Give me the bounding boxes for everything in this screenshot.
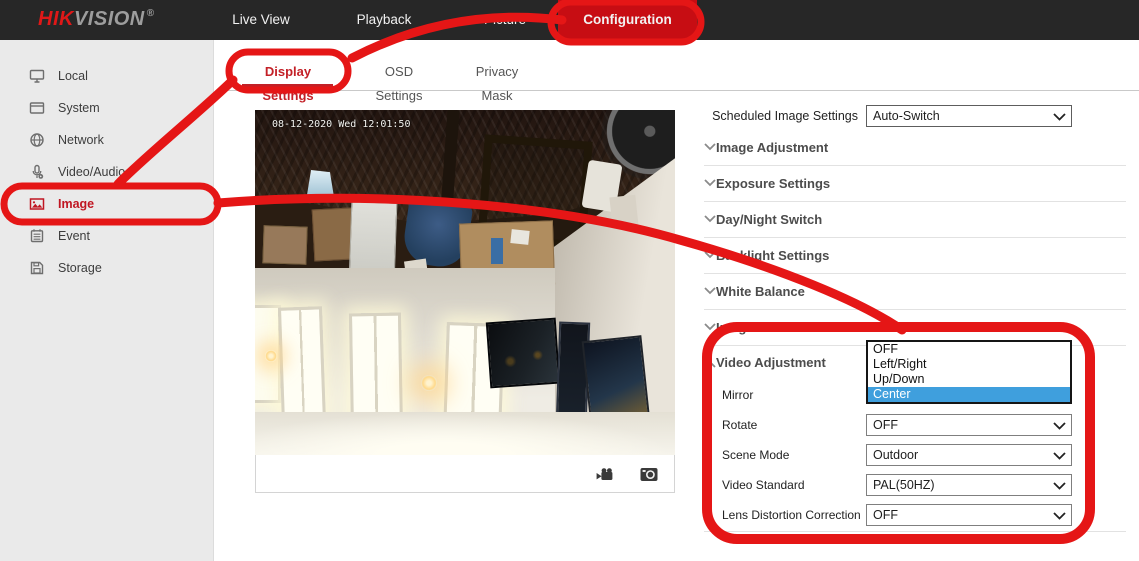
scheduled-image-settings-select[interactable]: Auto-Switch	[866, 105, 1072, 127]
sidebar-label: System	[58, 92, 100, 124]
chevron-down-icon	[1053, 422, 1066, 430]
section-video-adjustment[interactable]: Video Adjustment	[716, 353, 826, 373]
hikvision-config-page: HIKVISION® Live View Playback Picture Co…	[0, 0, 1139, 561]
section-exposure-settings[interactable]: Exposure Settings	[716, 174, 830, 194]
sidebar-label: Event	[58, 220, 90, 252]
registered-mark: ®	[147, 8, 155, 19]
sidebar-label: Image	[58, 188, 94, 220]
sidebar-label: Local	[58, 60, 88, 92]
event-icon	[29, 228, 45, 244]
section-white-balance[interactable]: White Balance	[716, 282, 805, 302]
section-image-adjustment[interactable]: Image Adjustment	[716, 138, 828, 158]
record-video-icon[interactable]	[596, 468, 616, 481]
scene-mode-select[interactable]: Outdoor	[866, 444, 1072, 466]
tab-divider	[228, 90, 1139, 91]
tab-privacy-mask[interactable]: Privacy Mask	[461, 60, 533, 84]
mirror-option-left-right[interactable]: Left/Right	[868, 357, 1070, 372]
sidebar-label: Video/Audio	[58, 156, 125, 188]
window	[278, 306, 326, 425]
chevron-down-icon	[1053, 512, 1066, 520]
tools-white	[510, 229, 529, 245]
cardboard-box	[262, 225, 307, 265]
sidebar-item-system[interactable]: System	[0, 92, 213, 124]
top-bar: HIKVISION® Live View Playback Picture Co…	[0, 0, 1139, 40]
nav-picture[interactable]: Picture	[445, 0, 565, 40]
mirror-label: Mirror	[722, 384, 753, 406]
rotate-select[interactable]: OFF	[866, 414, 1072, 436]
storage-icon	[29, 260, 45, 276]
section-divider	[704, 237, 1126, 238]
microphone-icon	[29, 164, 45, 180]
chevron-down-icon	[1053, 452, 1066, 460]
nav-configuration[interactable]: Configuration	[558, 0, 697, 40]
chevron-down-icon	[704, 179, 716, 187]
tab-display-settings[interactable]: Display Settings	[242, 60, 334, 84]
rotate-label: Rotate	[722, 414, 757, 436]
sidebar-item-network[interactable]: Network	[0, 124, 213, 156]
logo-vision: VISION	[74, 8, 145, 30]
video-standard-value: PAL(50HZ)	[873, 478, 935, 492]
sidebar-label: Storage	[58, 252, 102, 284]
mirror-dropdown-list: OFF Left/Right Up/Down Center	[866, 340, 1072, 404]
section-divider	[704, 309, 1126, 310]
chevron-down-icon	[704, 215, 716, 223]
hikvision-logo: HIKVISION®	[38, 8, 155, 31]
section-image-enhancement[interactable]: Image Enhancement	[716, 318, 842, 338]
globe-icon	[29, 132, 45, 148]
logo-hik: HIK	[38, 8, 74, 30]
sidebar-item-storage[interactable]: Storage	[0, 252, 213, 284]
chevron-down-icon	[1053, 113, 1066, 121]
sidebar-label: Network	[58, 124, 104, 156]
tools-blue	[491, 238, 503, 264]
section-day-night-switch[interactable]: Day/Night Switch	[716, 210, 822, 230]
section-divider	[704, 165, 1126, 166]
wall-lamp	[421, 375, 437, 391]
tv-screen	[486, 318, 560, 389]
section-divider	[704, 201, 1126, 202]
scheduled-image-settings-label: Scheduled Image Settings	[700, 105, 858, 127]
chevron-down-icon	[704, 287, 716, 295]
sidebar-item-video-audio[interactable]: Video/Audio	[0, 156, 213, 188]
scene-mode-label: Scene Mode	[722, 444, 789, 466]
wall-lamp	[265, 350, 277, 362]
window-icon	[29, 100, 45, 116]
image-icon	[29, 196, 45, 212]
sidebar-item-image[interactable]: Image	[0, 188, 213, 220]
snapshot-icon[interactable]	[640, 467, 658, 482]
scheduled-image-settings-value: Auto-Switch	[873, 109, 940, 123]
video-standard-label: Video Standard	[722, 474, 805, 496]
section-divider	[704, 273, 1126, 274]
sidebar-item-local[interactable]: Local	[0, 60, 213, 92]
skylight	[307, 170, 334, 197]
chevron-down-icon	[1053, 482, 1066, 490]
section-backlight-settings[interactable]: Backlight Settings	[716, 246, 829, 266]
nav-playback[interactable]: Playback	[324, 0, 444, 40]
monitor-icon	[29, 68, 45, 84]
preview-toolbar	[255, 455, 675, 493]
lens-distortion-correction-label: Lens Distortion Correction	[722, 504, 861, 526]
sidebar: Local System Network Video/Audio Image E…	[0, 40, 214, 561]
hanging-cloth	[609, 195, 638, 230]
camera-preview: 2305 08-12-2020 Wed 12:01:50	[255, 110, 675, 455]
chevron-down-icon	[704, 143, 716, 151]
chevron-down-icon	[704, 251, 716, 259]
rotate-value: OFF	[873, 418, 898, 432]
sidebar-item-event[interactable]: Event	[0, 220, 213, 252]
mirror-option-up-down[interactable]: Up/Down	[868, 372, 1070, 387]
tab-osd-settings[interactable]: OSD Settings	[363, 60, 435, 84]
mirror-option-off[interactable]: OFF	[868, 342, 1070, 357]
section-divider	[704, 531, 1126, 532]
scene-mode-value: Outdoor	[873, 448, 918, 462]
active-tab-underline	[242, 84, 333, 87]
chevron-down-icon	[704, 323, 716, 331]
floor	[255, 412, 675, 455]
video-standard-select[interactable]: PAL(50HZ)	[866, 474, 1072, 496]
mirror-option-center[interactable]: Center	[868, 387, 1070, 402]
nav-live-view[interactable]: Live View	[201, 0, 321, 40]
lens-distortion-correction-value: OFF	[873, 508, 898, 522]
lens-distortion-correction-select[interactable]: OFF	[866, 504, 1072, 526]
chevron-up-icon	[704, 360, 716, 368]
osd-timestamp: 08-12-2020 Wed 12:01:50	[272, 119, 410, 130]
